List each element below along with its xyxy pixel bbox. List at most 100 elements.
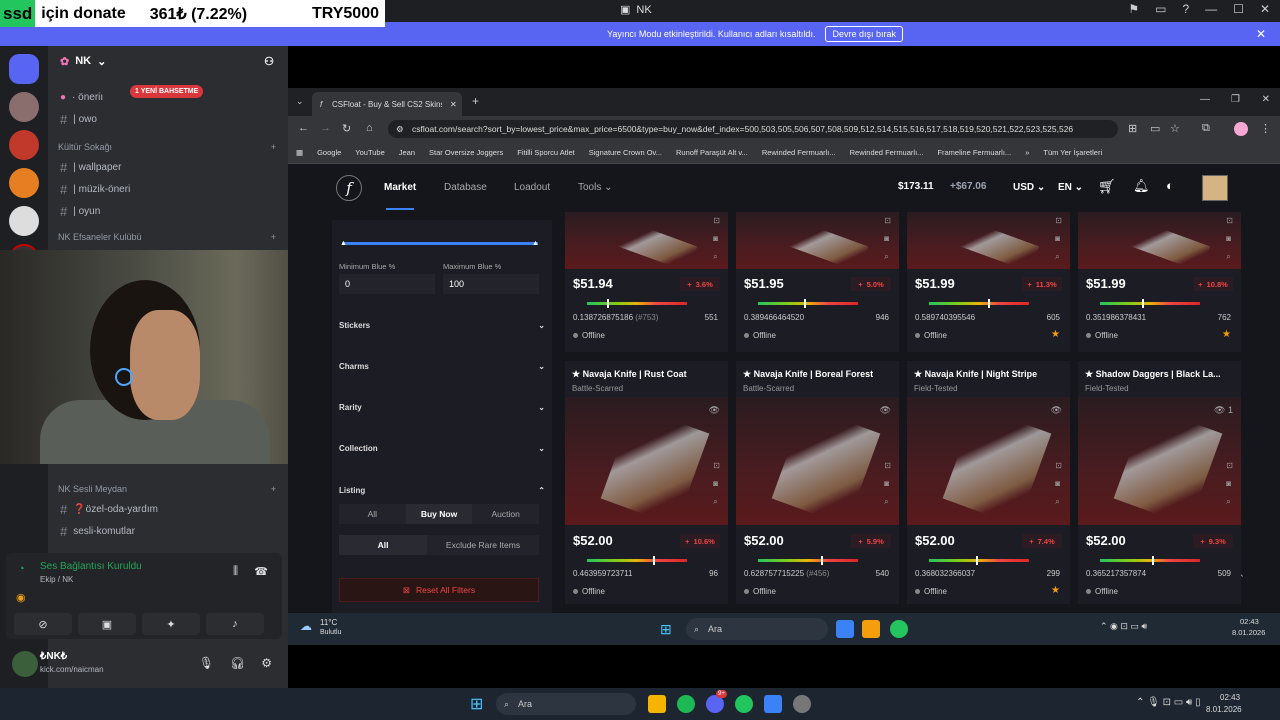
close-button[interactable]: ✕ [1260, 2, 1270, 16]
filter-section-stickers[interactable]: Stickers ⌄ [339, 321, 545, 330]
profile-avatar[interactable] [1234, 122, 1248, 136]
bookmark-item[interactable]: Frameline Fermuarlı... [937, 148, 1011, 157]
extensions-icon[interactable]: ⧉ [1202, 122, 1210, 135]
server-header[interactable]: ✿ NK ⌄ ⚇ [48, 46, 288, 76]
channel-item[interactable]: # sesli-komutlar [48, 520, 288, 542]
camera-icon[interactable]: ◙ [1055, 234, 1060, 243]
screenshot-icon[interactable]: ⊡ [1226, 461, 1233, 470]
nav-market[interactable]: Market [384, 182, 416, 193]
screen-share-icon[interactable]: ▣ [78, 613, 136, 635]
camera-icon[interactable]: ◙ [884, 234, 889, 243]
channel-item[interactable]: # | müzik-öneri [48, 178, 288, 200]
site-info-icon[interactable]: ⚙ [396, 124, 404, 135]
minimize-button[interactable]: — [1205, 2, 1217, 16]
filter-section-rarity[interactable]: Rarity ⌄ [339, 403, 545, 412]
zoom-icon[interactable]: ⌕ [1055, 497, 1059, 506]
listing-auction[interactable]: Auction [472, 509, 539, 519]
taskbar-search[interactable]: ⌕ Ara [686, 618, 828, 640]
zoom-icon[interactable]: ⌕ [1055, 252, 1059, 261]
csfloat-logo[interactable]: f [336, 175, 362, 201]
avatar[interactable] [1202, 175, 1228, 201]
pending-balance[interactable]: +$67.06 [950, 181, 986, 192]
eye-icon[interactable]: 👁︎ [1051, 405, 1062, 416]
listing-card[interactable]: ★ Shadow Daggers | Black La... Field-Test… [1078, 361, 1241, 604]
username[interactable]: ₺NK₺ [40, 651, 67, 662]
item-name[interactable]: ★ Shadow Daggers | Black La... [1085, 369, 1240, 380]
voice-status[interactable]: Ses Bağlantısı Kuruldu [40, 561, 142, 572]
max-blue-input[interactable]: 100 [443, 274, 539, 294]
reset-filters-button[interactable]: ⊠ Reset All Filters [339, 578, 539, 602]
filter-section-listing[interactable]: Listing ⌃ [339, 486, 545, 495]
disconnect-icon[interactable]: ☎ [254, 565, 268, 578]
listing-buy-now[interactable]: Buy Now [405, 504, 473, 524]
camera-icon[interactable]: ◙ [1055, 479, 1060, 488]
bookmark-item[interactable]: Signature Crown Ov... [589, 148, 662, 157]
activity-icon[interactable]: ◉ [16, 591, 26, 604]
balance[interactable]: $173.11 [898, 181, 934, 192]
camera-icon[interactable]: ◙ [1226, 234, 1231, 243]
app-icon[interactable] [836, 620, 854, 638]
server-icon[interactable] [9, 206, 39, 236]
app-icon[interactable] [862, 620, 880, 638]
microphone-icon[interactable]: 🎙︎ [199, 656, 214, 670]
windows-start-icon[interactable]: ⊞ [470, 694, 483, 714]
screenshot-icon[interactable]: ⊡ [884, 461, 891, 470]
channel-item[interactable]: # | wallpaper [48, 156, 288, 178]
slider-handle-min[interactable]: ▲ [340, 240, 347, 247]
bookmark-item[interactable]: Star Oversize Joggers [429, 148, 503, 157]
voice-channel[interactable]: Ekip / NK [40, 575, 73, 584]
category-header[interactable]: NK Efsaneler Kulübü + [48, 228, 288, 246]
tab-list-icon[interactable]: ⌄ [296, 96, 304, 107]
channel-item[interactable]: # | oyun [48, 200, 288, 222]
bookmark-item[interactable]: Runoff Paraşüt Alt v... [676, 148, 748, 157]
disable-streamer-mode-button[interactable]: Devre dışı bırak [825, 26, 903, 42]
currency-select[interactable]: USD ⌄ [1013, 182, 1045, 193]
star-icon[interactable]: ★ [1051, 585, 1060, 596]
slider-handle-max[interactable]: ▲ [532, 240, 539, 247]
listing-card[interactable]: ★ Navaja Knife | Boreal Forest Battle-Sca… [736, 361, 899, 604]
bell-icon[interactable]: 🔔︎ [1133, 178, 1150, 194]
plus-icon[interactable]: + [271, 142, 276, 152]
forward-icon[interactable]: → [320, 122, 331, 134]
filter-section-charms[interactable]: Charms ⌄ [339, 362, 545, 371]
eye-icon[interactable]: 👁︎ [709, 405, 720, 416]
zoom-icon[interactable]: ⌕ [1226, 252, 1230, 261]
windows-start-icon[interactable]: ⊞ [660, 621, 672, 638]
soundboard-button-icon[interactable]: ♪ [206, 613, 264, 635]
bookmark-item[interactable]: Rewinded Fermuarlı... [850, 148, 924, 157]
listing-card[interactable]: ⊡ ◙ ⌕ $51.94 +3.6% 0.138726875186 (#753) 551 Of… [565, 212, 728, 352]
home-icon[interactable]: ⌂ [366, 122, 373, 134]
camera-icon[interactable]: ◙ [713, 234, 718, 243]
eye-icon[interactable]: 👁︎ 1 [1214, 405, 1233, 416]
screenshot-icon[interactable]: ⊡ [713, 216, 720, 225]
nav-loadout[interactable]: Loadout [514, 182, 550, 193]
obs-icon[interactable] [793, 695, 811, 713]
bookmark-star-icon[interactable]: ☆ [1170, 122, 1180, 135]
camera-off-icon[interactable]: ⊘ [14, 613, 72, 635]
server-icon[interactable] [9, 130, 39, 160]
star-icon[interactable]: ★ [1051, 329, 1060, 340]
item-name[interactable]: ★ Navaja Knife | Night Stripe [914, 369, 1069, 380]
flag-icon[interactable]: ⚑ [1128, 2, 1139, 16]
spotify-icon[interactable] [677, 695, 695, 713]
channel-item[interactable]: # ❓özel-oda-yardım [48, 498, 288, 520]
listing-all[interactable]: All [339, 509, 406, 519]
translate-icon[interactable]: ⊞ [1128, 122, 1137, 135]
zoom-icon[interactable]: ⌕ [884, 252, 888, 261]
camera-icon[interactable]: ◙ [1226, 479, 1231, 488]
add-member-icon[interactable]: ⚇ [264, 55, 274, 68]
rare-all[interactable]: All [339, 535, 427, 555]
category-header[interactable]: NK Sesli Meydan + [48, 480, 288, 498]
bookmark-item[interactable]: Google [317, 148, 341, 157]
zoom-icon[interactable]: ⌕ [713, 497, 717, 506]
bookmark-item[interactable]: Rewinded Fermuarlı... [762, 148, 836, 157]
nav-tools[interactable]: Tools ⌄ [578, 182, 613, 193]
app-icon[interactable] [764, 695, 782, 713]
exclude-rare-items[interactable]: Exclude Rare Items [427, 540, 539, 550]
category-header[interactable]: Kültür Sokağı + [48, 138, 288, 156]
activities-icon[interactable]: ✦ [142, 613, 200, 635]
maximize-button[interactable]: ☐ [1233, 2, 1244, 16]
zoom-icon[interactable]: ⌕ [1226, 497, 1230, 506]
camera-icon[interactable]: ◙ [713, 479, 718, 488]
star-icon[interactable]: ★ [1222, 329, 1231, 340]
